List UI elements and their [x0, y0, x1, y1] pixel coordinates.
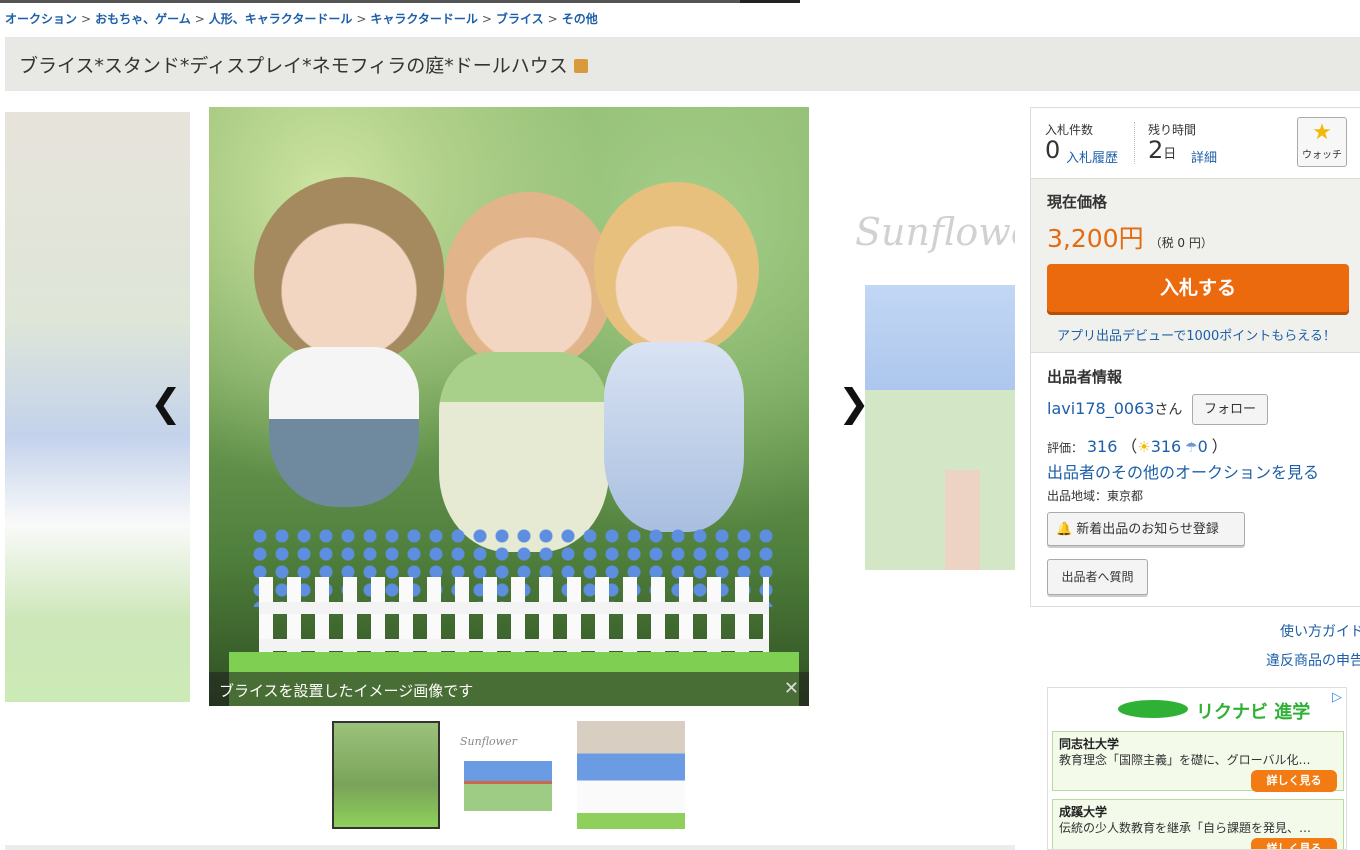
item-title: ブライス*スタンド*ディスプレイ*ネモフィラの庭*ドールハウス — [19, 51, 588, 78]
place-bid-button[interactable]: 入札する — [1047, 264, 1349, 312]
next-image-arrow-icon[interactable]: ❯ — [838, 384, 870, 422]
remaining-time-value: 2日 — [1148, 136, 1176, 164]
bid-history-link[interactable]: 入札履歴 — [1066, 147, 1118, 166]
item-title-bar: ブライス*スタンド*ディスプレイ*ネモフィラの庭*ドールハウス — [5, 37, 1360, 91]
current-price-label: 現在価格 — [1047, 193, 1108, 211]
usage-guide-link[interactable]: 使い方ガイド — [1280, 621, 1360, 641]
preview-script-text: Sunflowe — [855, 210, 1015, 254]
bid-panel: 入札件数 0 入札履歴 残り時間 2日 詳細 ★ ウォッチ 現在価格 3,200… — [1030, 107, 1360, 607]
star-icon: ★ — [1312, 120, 1332, 145]
search-button-edge[interactable] — [740, 0, 800, 3]
fence-rail-bottom — [259, 639, 769, 651]
app-promo-link[interactable]: アプリ出品デビューで1000ポイントもらえる！ — [1057, 325, 1336, 344]
seller-honorific: さん — [1154, 402, 1183, 418]
thumbnail-1[interactable] — [332, 721, 440, 829]
main-product-image[interactable]: ブライスを設置したイメージ画像です ✕ — [209, 107, 809, 706]
divider — [1134, 122, 1136, 164]
remaining-days: 2 — [1148, 136, 1164, 164]
time-detail-link[interactable]: 詳細 — [1191, 147, 1217, 166]
thumbnail-3[interactable] — [577, 721, 685, 829]
breadcrumb-item-character-dolls[interactable]: キャラクタードール — [370, 12, 478, 26]
image-caption-bar: ブライスを設置したイメージ画像です ✕ — [209, 672, 809, 706]
breadcrumb: オークション > おもちゃ、ゲーム > 人形、キャラクタードール > キャラクタードール > ブ… — [5, 10, 598, 27]
fence-rail-top — [259, 602, 769, 614]
thumbnail-dollhouse — [464, 761, 552, 811]
breadcrumb-separator: > — [481, 12, 492, 26]
seller-name-link[interactable]: lavi178_0063 — [1047, 399, 1154, 418]
close-caption-icon[interactable]: ✕ — [784, 678, 799, 699]
doll-3-dress — [604, 342, 744, 532]
doll-2-head — [444, 192, 614, 372]
ad-item[interactable]: 同志社大学 教育理念「国際主義」を礎に、グローバル化… 詳しく見る — [1052, 731, 1344, 792]
dollhouse-door — [945, 470, 980, 570]
breadcrumb-item-other[interactable]: その他 — [562, 12, 598, 26]
next-image-preview[interactable]: Sunflowe — [850, 190, 1015, 570]
ad-choices-icon[interactable]: ▷ — [1332, 690, 1342, 705]
thumbnail-2[interactable]: Sunflower — [454, 721, 562, 829]
breadcrumb-item-dolls[interactable]: 人形、キャラクタードール — [209, 12, 353, 26]
doll-1-dress — [269, 347, 419, 507]
breadcrumb-separator: > — [356, 12, 367, 26]
notify-button-label: 新着出品のお知らせ登録 — [1076, 522, 1219, 537]
doll-2-dress — [439, 352, 609, 552]
seller-rating: 評価： 316 （☀316 ☂0 ） — [1047, 433, 1228, 457]
breadcrumb-item-toys-games[interactable]: おもちゃ、ゲーム — [95, 12, 191, 26]
rating-good-link[interactable]: 316 — [1151, 437, 1182, 456]
seller-info-heading: 出品者情報 — [1047, 368, 1123, 386]
breadcrumb-item-blythe[interactable]: ブライス — [496, 12, 544, 26]
ad-logo: リクナビ 進学 — [1118, 696, 1310, 723]
ad-description: 教育理念「国際主義」を礎に、グローバル化… — [1059, 753, 1311, 767]
item-title-text: ブライス*スタンド*ディスプレイ*ネモフィラの庭*ドールハウス — [19, 55, 568, 77]
follow-button[interactable]: フォロー — [1192, 394, 1268, 425]
bid-status-row: 入札件数 0 入札履歴 残り時間 2日 詳細 ★ ウォッチ — [1031, 108, 1360, 179]
ad-brand: リクナビ 進学 — [1196, 702, 1311, 723]
breadcrumb-separator: > — [194, 12, 205, 26]
new-item-icon — [573, 59, 588, 73]
seller-other-auctions-link[interactable]: 出品者のその他のオークションを見る — [1047, 459, 1319, 483]
current-price: 3,200円 （税 0 円） — [1047, 219, 1213, 255]
breadcrumb-item-auction[interactable]: オークション — [5, 12, 77, 26]
price-section: 現在価格 3,200円 （税 0 円） 入札する アプリ出品デビューで1000ポイ… — [1031, 179, 1360, 353]
breadcrumb-separator: > — [547, 12, 558, 26]
new-listing-notify-button[interactable]: 🔔 新着出品のお知らせ登録 — [1047, 512, 1245, 546]
doll-3-head — [594, 182, 759, 357]
ask-seller-button[interactable]: 出品者へ質問 — [1047, 559, 1148, 595]
advertisement[interactable]: リクナビ 進学 ▷ 同志社大学 教育理念「国際主義」を礎に、グローバル化… 詳し… — [1047, 687, 1347, 850]
rating-open-paren: （ — [1121, 437, 1138, 456]
tax-amount: （税 0 円） — [1149, 236, 1213, 250]
rating-total-link[interactable]: 316 — [1087, 437, 1118, 456]
image-caption: ブライスを設置したイメージ画像です — [219, 682, 474, 700]
bids-count: 0 — [1045, 136, 1061, 164]
umbrella-icon: ☂ — [1185, 440, 1198, 456]
previous-image-arrow-icon[interactable]: ❮ — [150, 384, 182, 422]
current-price-value: 3,200円 — [1047, 224, 1144, 253]
report-item-link[interactable]: 違反商品の申告 — [1266, 650, 1360, 670]
doll-1-head — [254, 177, 444, 367]
breadcrumb-separator: > — [81, 12, 92, 26]
watch-label: ウォッチ — [1302, 150, 1342, 161]
ad-more-button[interactable]: 詳しく見る — [1251, 838, 1337, 849]
ad-university: 成蹊大学 — [1059, 805, 1108, 819]
section-divider — [5, 845, 1015, 850]
ad-description: 伝統の少人数教育を継承「自ら課題を発見、… — [1059, 821, 1312, 835]
rating-close-paren: ） — [1211, 437, 1228, 456]
thumbnail-script-text: Sunflower — [460, 735, 517, 748]
ad-university: 同志社大学 — [1059, 737, 1120, 751]
dollhouse-roof — [865, 285, 1015, 390]
watch-button[interactable]: ★ ウォッチ — [1297, 117, 1347, 167]
search-bar-edge — [0, 0, 800, 3]
ad-item[interactable]: 成蹊大学 伝統の少人数教育を継承「自ら課題を発見、… 詳しく見る — [1052, 799, 1344, 849]
rating-label: 評価： — [1047, 441, 1084, 455]
ad-more-button[interactable]: 詳しく見る — [1251, 770, 1337, 792]
seller-name: lavi178_0063さん — [1047, 399, 1182, 419]
bell-icon: 🔔 — [1056, 522, 1073, 537]
seller-region: 出品地域：東京都 — [1047, 489, 1144, 503]
sun-icon: ☀ — [1137, 438, 1151, 456]
ad-logo-swoosh — [1118, 700, 1188, 718]
rating-bad-link[interactable]: 0 — [1198, 437, 1208, 456]
remaining-unit: 日 — [1163, 147, 1177, 162]
